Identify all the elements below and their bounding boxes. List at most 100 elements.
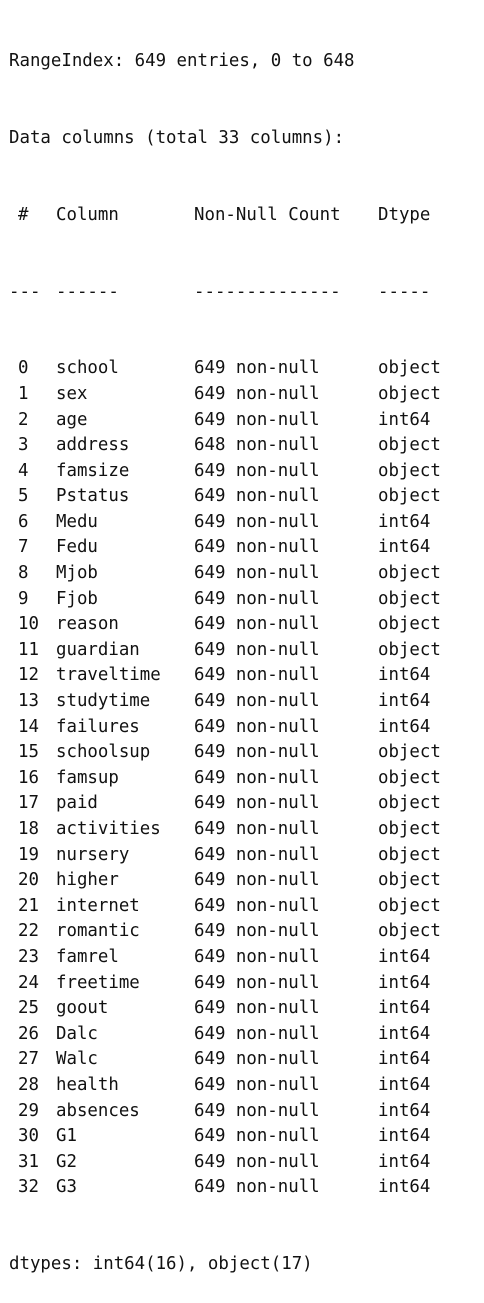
row-index: 24 [18, 972, 39, 993]
row-dtype: object [378, 870, 441, 891]
row-column-name: paid [56, 793, 98, 814]
row-dtype: int64 [378, 716, 431, 737]
row-index: 13 [18, 691, 39, 712]
row-index: 30 [18, 1126, 39, 1147]
row-dtype: int64 [378, 511, 431, 532]
separator-column: ------ [56, 281, 119, 302]
row-dtype: int64 [378, 1049, 431, 1070]
row-non-null-count: 649 non-null [194, 358, 320, 379]
table-row: 3 address 648 non-null object [9, 433, 484, 459]
row-index: 11 [18, 639, 39, 660]
row-non-null-count: 649 non-null [194, 1126, 320, 1147]
separator-count: -------------- [194, 281, 341, 302]
row-non-null-count: 649 non-null [194, 972, 320, 993]
row-index: 4 [18, 460, 29, 481]
row-index: 0 [18, 358, 29, 379]
row-column-name: G3 [56, 1177, 77, 1198]
table-row: 21 internet 649 non-null object [9, 894, 484, 920]
row-column-name: famsize [56, 460, 130, 481]
header-column: Column [56, 204, 119, 225]
row-column-name: freetime [56, 972, 140, 993]
row-index: 3 [18, 435, 29, 456]
row-non-null-count: 649 non-null [194, 870, 320, 891]
table-row: 19 nursery 649 non-null object [9, 843, 484, 869]
row-column-name: failures [56, 716, 140, 737]
row-dtype: int64 [378, 1151, 431, 1172]
row-dtype: int64 [378, 1126, 431, 1147]
table-row: 13 studytime 649 non-null int64 [9, 689, 484, 715]
header-count: Non-Null Count [194, 204, 341, 225]
row-dtype: int64 [378, 691, 431, 712]
row-non-null-count: 649 non-null [194, 998, 320, 1019]
row-dtype: object [378, 742, 441, 763]
table-row: 11 guardian 649 non-null object [9, 638, 484, 664]
row-index: 5 [18, 486, 29, 507]
table-row: 30 G1 649 non-null int64 [9, 1124, 484, 1150]
row-dtype: object [378, 767, 441, 788]
row-column-name: famrel [56, 946, 119, 967]
row-dtype: int64 [378, 537, 431, 558]
range-index-line: RangeIndex: 649 entries, 0 to 648 [9, 51, 355, 72]
row-index: 20 [18, 870, 39, 891]
row-non-null-count: 649 non-null [194, 486, 320, 507]
table-row: 4 famsize 649 non-null object [9, 459, 484, 485]
row-non-null-count: 649 non-null [194, 691, 320, 712]
row-non-null-count: 649 non-null [194, 1049, 320, 1070]
table-row: 0 school 649 non-null object [9, 356, 484, 382]
row-column-name: Fjob [56, 588, 98, 609]
row-index: 9 [18, 588, 29, 609]
table-row: 17 paid 649 non-null object [9, 791, 484, 817]
row-non-null-count: 649 non-null [194, 1151, 320, 1172]
table-row: 8 Mjob 649 non-null object [9, 561, 484, 587]
row-column-name: Medu [56, 511, 98, 532]
row-column-name: absences [56, 1100, 140, 1121]
table-row: 18 activities 649 non-null object [9, 817, 484, 843]
row-dtype: object [378, 588, 441, 609]
row-index: 12 [18, 665, 39, 686]
row-column-name: guardian [56, 639, 140, 660]
row-dtype: int64 [378, 1100, 431, 1121]
row-dtype: object [378, 460, 441, 481]
row-column-name: health [56, 1074, 119, 1095]
row-column-name: activities [56, 819, 161, 839]
row-non-null-count: 649 non-null [194, 588, 320, 609]
separator-index: --- [9, 281, 41, 302]
table-row: 29 absences 649 non-null int64 [9, 1099, 484, 1125]
table-header: # Column Non-Null Count Dtype [9, 203, 484, 229]
row-non-null-count: 649 non-null [194, 537, 320, 558]
table-row: 15 schoolsup 649 non-null object [9, 740, 484, 766]
row-column-name: age [56, 409, 88, 430]
row-index: 25 [18, 998, 39, 1019]
table-row: 10 reason 649 non-null object [9, 612, 484, 638]
table-row: 27 Walc 649 non-null int64 [9, 1047, 484, 1073]
row-column-name: famsup [56, 767, 119, 788]
table-row: 7 Fedu 649 non-null int64 [9, 535, 484, 561]
table-row: 1 sex 649 non-null object [9, 382, 484, 408]
table-body: 0 school 649 non-null object 1 sex 649 non-nul… [9, 356, 484, 1201]
row-dtype: object [378, 639, 441, 660]
table-row: 32 G3 649 non-null int64 [9, 1175, 484, 1201]
row-non-null-count: 649 non-null [194, 460, 320, 481]
row-dtype: int64 [378, 665, 431, 686]
row-dtype: object [378, 614, 441, 635]
row-column-name: Mjob [56, 563, 98, 584]
row-non-null-count: 649 non-null [194, 563, 320, 584]
row-dtype: object [378, 435, 441, 456]
row-column-name: address [56, 435, 130, 456]
row-index: 8 [18, 563, 29, 584]
table-row: 26 Dalc 649 non-null int64 [9, 1022, 484, 1048]
row-non-null-count: 648 non-null [194, 435, 320, 456]
row-dtype: int64 [378, 1074, 431, 1095]
row-index: 22 [18, 921, 39, 942]
table-row: 22 romantic 649 non-null object [9, 919, 484, 945]
row-non-null-count: 649 non-null [194, 1023, 320, 1044]
row-column-name: Fedu [56, 537, 98, 558]
row-column-name: Walc [56, 1049, 98, 1070]
row-dtype: object [378, 383, 441, 404]
dtypes-summary-line: dtypes: int64(16), object(17) [9, 1254, 313, 1275]
row-dtype: int64 [378, 998, 431, 1019]
row-non-null-count: 649 non-null [194, 819, 320, 839]
row-column-name: higher [56, 870, 119, 891]
table-row: 12 traveltime 649 non-null int64 [9, 663, 484, 689]
row-dtype: int64 [378, 1177, 431, 1198]
